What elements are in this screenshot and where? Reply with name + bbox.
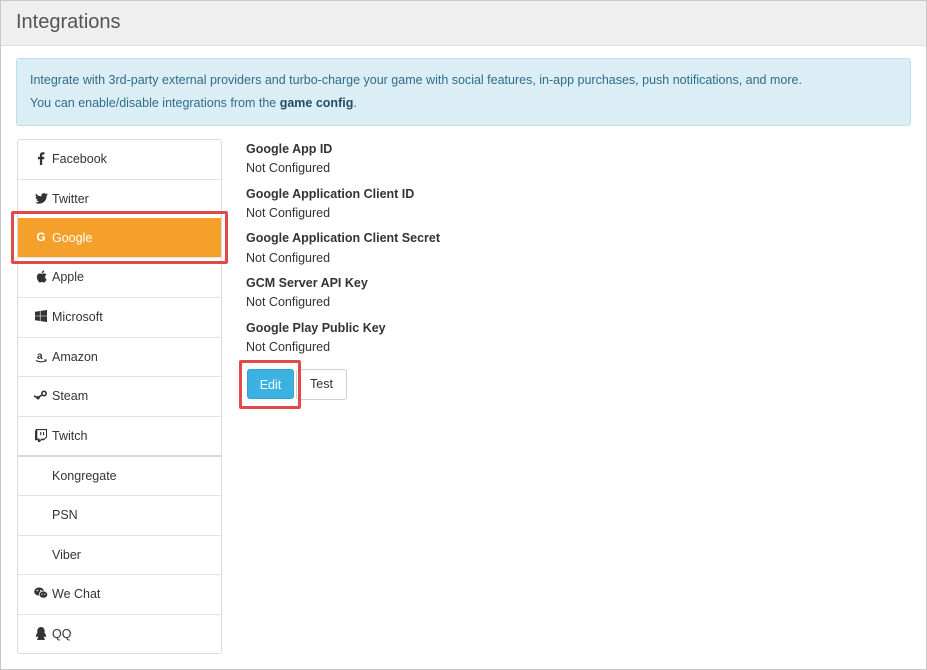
sidebar-item-label: Twitch (52, 429, 88, 443)
facebook-icon (34, 151, 48, 165)
sidebar-item-label: Facebook (52, 152, 107, 166)
field-value-client-secret: Not Configured (246, 251, 331, 265)
sidebar-item-apple[interactable]: Apple (18, 257, 221, 296)
apple-icon (34, 269, 48, 283)
sidebar-item-twitch[interactable]: Twitch (18, 416, 221, 455)
sidebar-item-google[interactable]: G Google (18, 218, 221, 257)
amazon-icon: a (34, 349, 48, 363)
sidebar-item-label: PSN (52, 508, 78, 522)
field-value-app-id: Not Configured (246, 161, 331, 175)
sidebar-item-microsoft[interactable]: Microsoft (18, 297, 221, 336)
google-icon: G (36, 230, 46, 244)
field-value-gcm-key: Not Configured (246, 295, 331, 309)
sidebar-item-label: Apple (52, 270, 84, 284)
info-text-prefix: You can enable/disable integrations from… (30, 96, 280, 110)
title-bar: Integrations (1, 1, 926, 46)
sidebar-item-label: Microsoft (52, 310, 103, 324)
info-text: Integrate with 3rd-party external provid… (30, 73, 802, 87)
sidebar-item-steam[interactable]: Steam (18, 376, 221, 415)
sidebar-item-facebook[interactable]: Facebook (18, 140, 221, 179)
sidebar-item-twitter[interactable]: Twitter (18, 179, 221, 218)
page-title: Integrations (16, 11, 121, 33)
sidebar-item-qq[interactable]: QQ (18, 614, 221, 653)
sidebar-item-label: Kongregate (52, 469, 117, 483)
sidebar-item-psn[interactable]: PSN (18, 495, 221, 534)
steam-icon (34, 388, 48, 402)
sidebar-item-label: Twitter (52, 192, 89, 206)
sidebar-item-kongregate[interactable]: Kongregate (18, 455, 221, 494)
test-button[interactable]: Test (296, 369, 347, 400)
field-label-gcm-key: GCM Server API Key (246, 276, 368, 290)
info-banner: Integrate with 3rd-party external provid… (16, 58, 911, 126)
svg-text:a: a (37, 351, 43, 362)
field-label-play-public-key: Google Play Public Key (246, 321, 386, 335)
sidebar-item-viber[interactable]: Viber (18, 535, 221, 574)
field-label-client-secret: Google Application Client Secret (246, 231, 441, 245)
integrations-sidebar: Facebook Twitter G Google Apple Microsof… (17, 139, 222, 654)
sidebar-item-wechat[interactable]: We Chat (18, 574, 221, 613)
field-label-client-id: Google Application Client ID (246, 187, 415, 201)
edit-button[interactable]: Edit (247, 369, 294, 399)
sidebar-item-label: Amazon (52, 350, 98, 364)
qq-icon (34, 626, 48, 640)
microsoft-icon (34, 309, 48, 323)
field-value-client-id: Not Configured (246, 206, 331, 220)
sidebar-item-label: QQ (52, 627, 72, 641)
field-value-play-public-key: Not Configured (246, 340, 331, 354)
sidebar-item-amazon[interactable]: a Amazon (18, 337, 221, 376)
info-text-config: You can enable/disable integrations from… (30, 96, 357, 110)
sidebar-item-label: Google (52, 231, 93, 245)
sidebar-item-label: Steam (52, 389, 89, 403)
sidebar-item-label: Viber (52, 548, 81, 562)
twitch-icon (34, 428, 48, 442)
twitter-icon (34, 191, 48, 205)
info-text-suffix: . (353, 96, 357, 110)
field-label-app-id: Google App ID (246, 142, 333, 156)
sidebar-item-label: We Chat (52, 587, 101, 601)
game-config-link[interactable]: game config (280, 96, 354, 110)
wechat-icon (34, 586, 48, 600)
